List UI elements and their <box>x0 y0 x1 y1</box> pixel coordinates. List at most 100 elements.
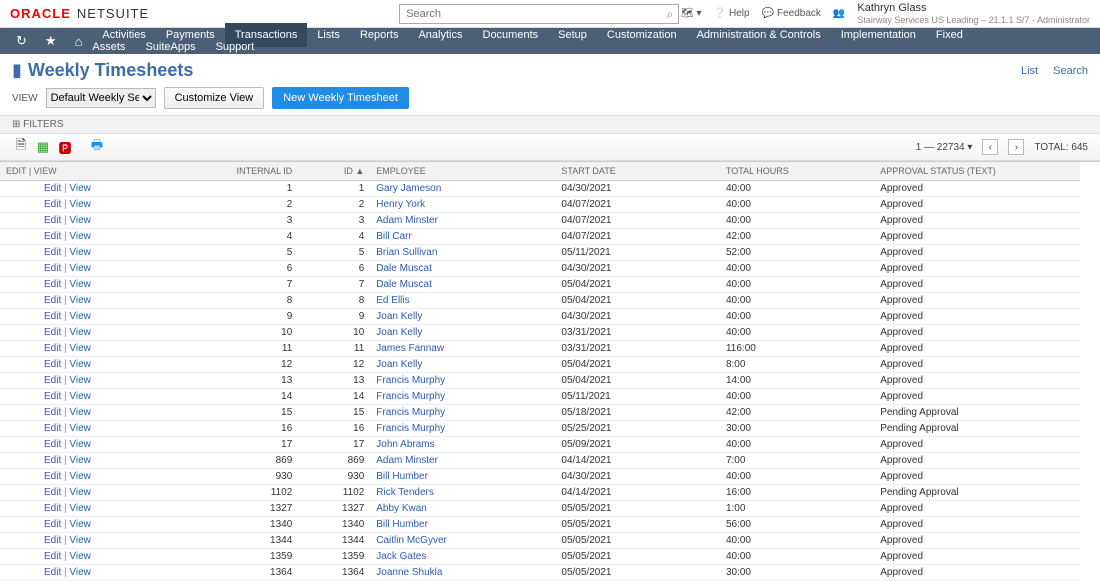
edit-link[interactable]: Edit <box>44 279 61 290</box>
col-id[interactable]: ID ▲ <box>298 162 370 181</box>
edit-link[interactable]: Edit <box>44 183 61 194</box>
view-link[interactable]: View <box>69 295 91 306</box>
view-link[interactable]: View <box>69 551 91 562</box>
employee-link[interactable]: Francis Murphy <box>376 407 445 418</box>
edit-link[interactable]: Edit <box>44 519 61 530</box>
edit-link[interactable]: Edit <box>44 487 61 498</box>
employee-link[interactable]: Jack Gates <box>376 551 426 562</box>
edit-link[interactable]: Edit <box>44 311 61 322</box>
view-link[interactable]: View <box>69 487 91 498</box>
edit-link[interactable]: Edit <box>44 343 61 354</box>
edit-link[interactable]: Edit <box>44 215 61 226</box>
view-link[interactable]: View <box>69 343 91 354</box>
search-input[interactable] <box>399 4 679 24</box>
col-employee[interactable]: EMPLOYEE <box>370 162 555 181</box>
view-link[interactable]: View <box>69 375 91 386</box>
employee-link[interactable]: Rick Tenders <box>376 487 434 498</box>
next-page-button[interactable]: › <box>1008 139 1024 155</box>
page-range[interactable]: 1 — 22734 ▾ <box>916 142 973 153</box>
col-total-hours[interactable]: TOTAL HOURS <box>720 162 874 181</box>
print-icon[interactable]: 🖶 <box>88 138 106 156</box>
employee-link[interactable]: Adam Minster <box>376 215 438 226</box>
edit-link[interactable]: Edit <box>44 247 61 258</box>
view-link[interactable]: View <box>69 423 91 434</box>
view-link[interactable]: View <box>69 503 91 514</box>
view-link[interactable]: View <box>69 439 91 450</box>
nav-item-suiteapps[interactable]: SuiteApps <box>135 35 205 59</box>
export-csv-icon[interactable]: 🗎 <box>12 138 30 156</box>
nav-item-documents[interactable]: Documents <box>473 23 549 47</box>
employee-link[interactable]: Joanne Shukla <box>376 567 442 578</box>
employee-link[interactable]: Bill Humber <box>376 471 428 482</box>
edit-link[interactable]: Edit <box>44 231 61 242</box>
edit-link[interactable]: Edit <box>44 535 61 546</box>
edit-link[interactable]: Edit <box>44 423 61 434</box>
nav-item-analytics[interactable]: Analytics <box>408 23 472 47</box>
employee-link[interactable]: Caitlin McGyver <box>376 535 447 546</box>
view-link[interactable]: View <box>69 455 91 466</box>
search-link[interactable]: Search <box>1053 65 1088 77</box>
help-link[interactable]: ❔Help <box>714 8 750 19</box>
nav-item-setup[interactable]: Setup <box>548 23 597 47</box>
view-link[interactable]: View <box>69 263 91 274</box>
nav-item-support[interactable]: Support <box>206 35 265 59</box>
employee-link[interactable]: Joan Kelly <box>376 327 422 338</box>
user-block[interactable]: Kathryn Glass Stairway Services US Leadi… <box>857 2 1090 26</box>
table-scroll[interactable]: EDIT | VIEW INTERNAL ID ID ▲ EMPLOYEE ST… <box>0 161 1100 581</box>
employee-link[interactable]: Adam Minster <box>376 455 438 466</box>
back-icon[interactable]: ↻ <box>8 33 35 49</box>
view-link[interactable]: View <box>69 199 91 210</box>
search-icon[interactable]: ⌕ <box>666 7 673 22</box>
employee-link[interactable]: Bill Carr <box>376 231 412 242</box>
nav-item-implementation[interactable]: Implementation <box>831 23 926 47</box>
view-select[interactable]: Default Weekly Search <box>46 88 156 108</box>
employee-link[interactable]: Francis Murphy <box>376 391 445 402</box>
nav-item-customization[interactable]: Customization <box>597 23 687 47</box>
col-approval-status[interactable]: APPROVAL STATUS (TEXT) <box>874 162 1080 181</box>
employee-link[interactable]: Joan Kelly <box>376 311 422 322</box>
nav-item-reports[interactable]: Reports <box>350 23 409 47</box>
view-link[interactable]: View <box>69 359 91 370</box>
employee-link[interactable]: Brian Sullivan <box>376 247 437 258</box>
edit-link[interactable]: Edit <box>44 439 61 450</box>
col-edit-view[interactable]: EDIT | VIEW <box>0 162 165 181</box>
employee-link[interactable]: Francis Murphy <box>376 423 445 434</box>
view-link[interactable]: View <box>69 567 91 578</box>
edit-link[interactable]: Edit <box>44 471 61 482</box>
view-link[interactable]: View <box>69 183 91 194</box>
filters-toggle[interactable]: ⊞ FILTERS <box>12 119 64 130</box>
employee-link[interactable]: Francis Murphy <box>376 375 445 386</box>
col-internal-id[interactable]: INTERNAL ID <box>165 162 299 181</box>
feedback-link[interactable]: 💬Feedback <box>762 8 821 19</box>
edit-link[interactable]: Edit <box>44 375 61 386</box>
employee-link[interactable]: Dale Muscat <box>376 263 432 274</box>
globe-icon[interactable]: 🗺 ▾ <box>681 8 702 19</box>
view-link[interactable]: View <box>69 535 91 546</box>
col-start-date[interactable]: START DATE <box>555 162 720 181</box>
view-link[interactable]: View <box>69 471 91 482</box>
export-pdf-icon[interactable]: 🅿 <box>56 138 74 156</box>
view-link[interactable]: View <box>69 407 91 418</box>
employee-link[interactable]: James Fannaw <box>376 343 444 354</box>
edit-link[interactable]: Edit <box>44 199 61 210</box>
edit-link[interactable]: Edit <box>44 263 61 274</box>
employee-link[interactable]: John Abrams <box>376 439 434 450</box>
edit-link[interactable]: Edit <box>44 327 61 338</box>
employee-link[interactable]: Ed Ellis <box>376 295 409 306</box>
prev-page-button[interactable]: ‹ <box>982 139 998 155</box>
edit-link[interactable]: Edit <box>44 359 61 370</box>
employee-link[interactable]: Henry York <box>376 199 425 210</box>
export-excel-icon[interactable]: ▦ <box>34 138 52 156</box>
employee-link[interactable]: Dale Muscat <box>376 279 432 290</box>
star-icon[interactable]: ★ <box>37 33 65 49</box>
edit-link[interactable]: Edit <box>44 503 61 514</box>
nav-item-administration-controls[interactable]: Administration & Controls <box>687 23 831 47</box>
employee-link[interactable]: Abby Kwan <box>376 503 427 514</box>
list-link[interactable]: List <box>1021 65 1038 77</box>
customize-view-button[interactable]: Customize View <box>164 87 265 109</box>
edit-link[interactable]: Edit <box>44 455 61 466</box>
role-switcher-icon[interactable]: 👥 <box>833 8 845 19</box>
view-link[interactable]: View <box>69 279 91 290</box>
edit-link[interactable]: Edit <box>44 551 61 562</box>
view-link[interactable]: View <box>69 391 91 402</box>
